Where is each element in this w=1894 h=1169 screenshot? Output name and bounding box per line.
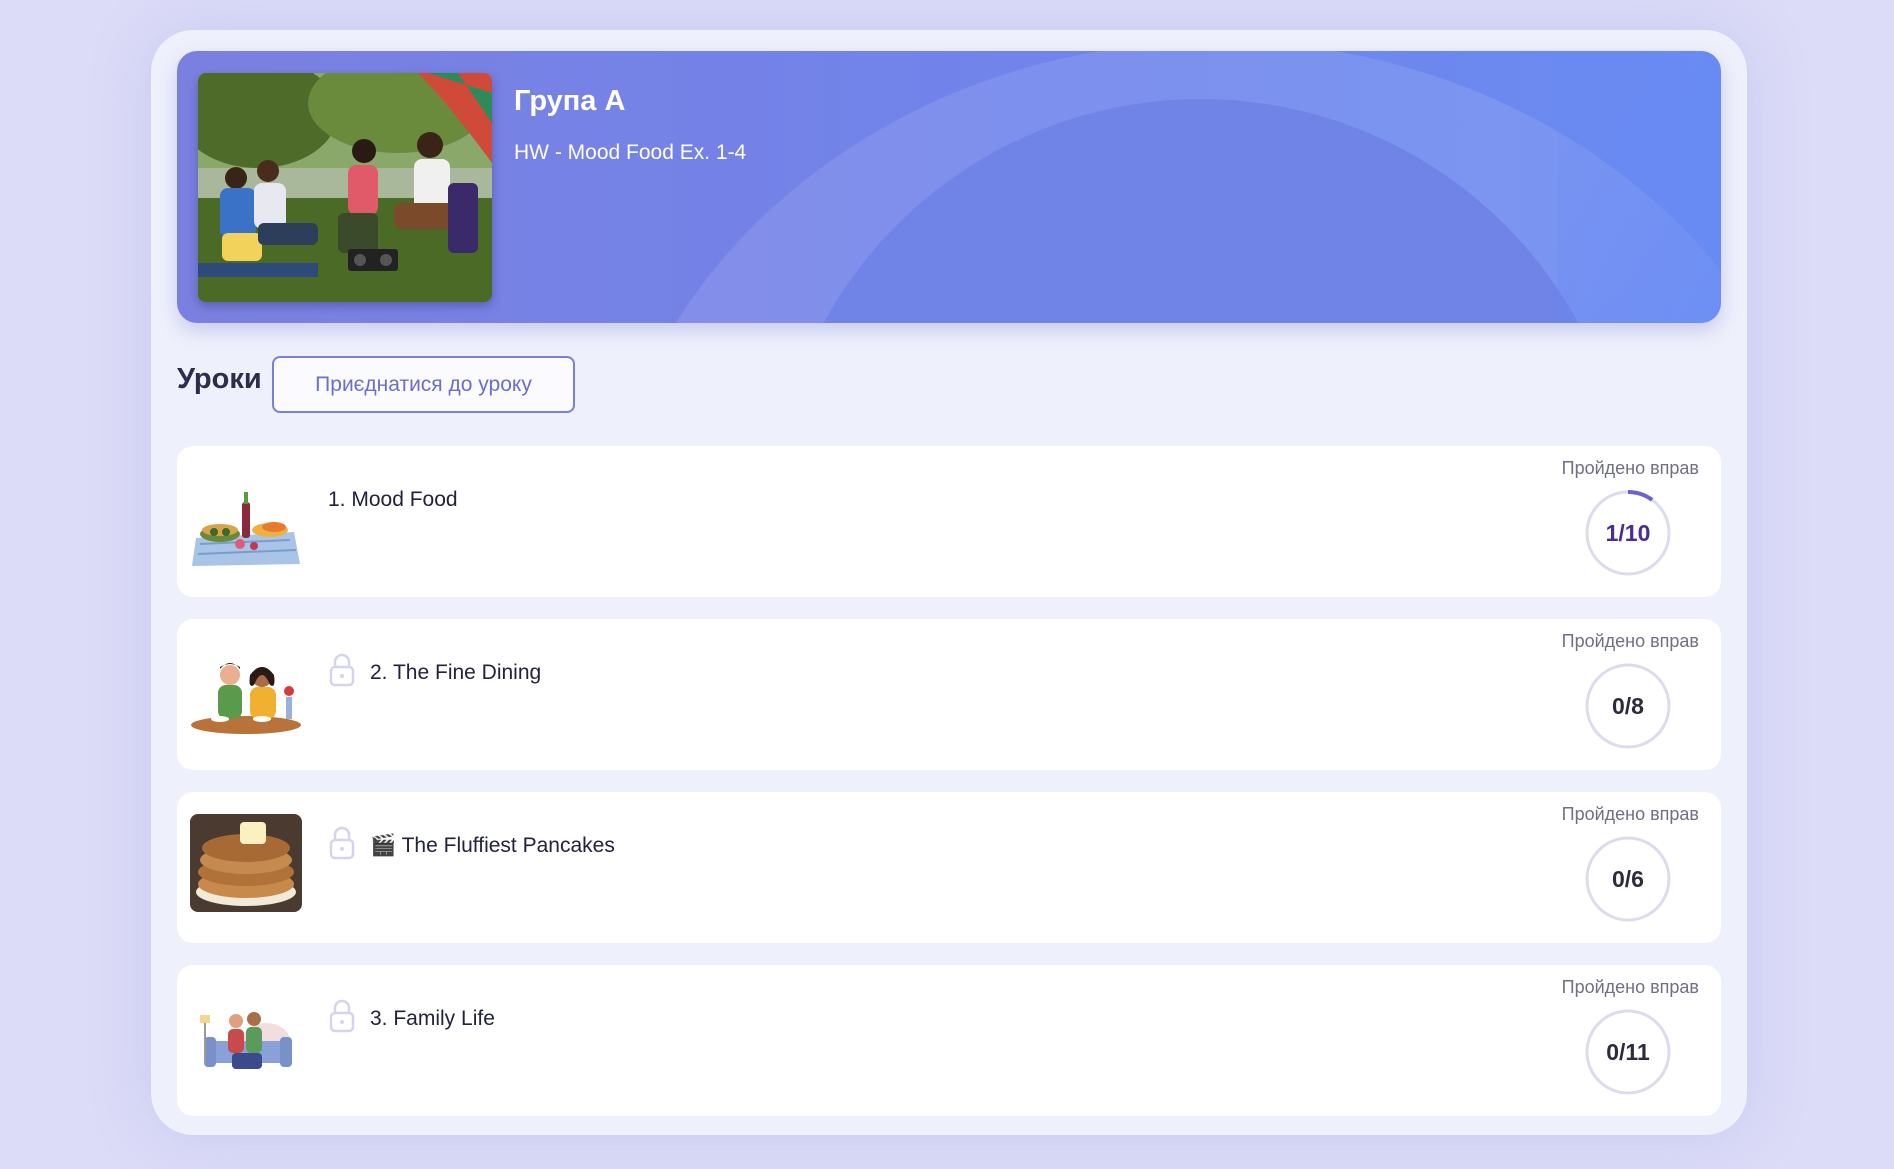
progress-count: 0/6 [1612,865,1644,892]
exercises-done-label: Пройдено вправ [1561,804,1699,824]
lock-icon [329,999,355,1033]
lesson-card[interactable]: 3. Family Life Пройдено вправ 0/11 [177,965,1721,1116]
group-header-banner: Група А HW - Mood Food Ex. 1-4 [177,51,1721,323]
lock-icon [329,826,355,860]
join-lesson-button[interactable]: Приєднатися до уроку [272,356,575,413]
progress-count: 1/10 [1605,519,1651,546]
couple-dining-illustration [190,645,302,743]
progress-count: 0/11 [1606,1038,1650,1065]
lesson-card[interactable]: 2. The Fine Dining Пройдено вправ 0/8 [177,619,1721,770]
exercises-done-label: Пройдено вправ [1561,977,1699,997]
progress-count: 0/8 [1612,692,1644,719]
picnic-illustration [190,472,302,570]
lesson-title[interactable]: 1. Mood Food [328,488,458,512]
course-panel: Група А HW - Mood Food Ex. 1-4 Уроки При… [151,30,1747,1135]
lessons-section-title: Уроки [177,363,262,395]
lesson-card[interactable]: 1. Mood Food Пройдено вправ 1/10 [177,446,1721,597]
lock-icon [329,653,355,687]
lesson-title[interactable]: 🎬 The Fluffiest Pancakes [370,834,615,858]
exercises-done-label: Пройдено вправ [1561,631,1699,651]
group-cover-photo [198,73,492,302]
lesson-title[interactable]: 3. Family Life [370,1007,495,1031]
group-title: Група А [514,85,626,117]
family-sofa-illustration [190,991,302,1089]
lesson-card[interactable]: 🎬 The Fluffiest Pancakes Пройдено вправ … [177,792,1721,943]
homework-title: HW - Mood Food Ex. 1-4 [514,141,747,164]
exercises-done-label: Пройдено вправ [1561,458,1699,478]
lesson-title[interactable]: 2. The Fine Dining [370,661,541,685]
pancakes-photo [190,814,302,912]
banner-decor-gradient [1557,51,1721,323]
